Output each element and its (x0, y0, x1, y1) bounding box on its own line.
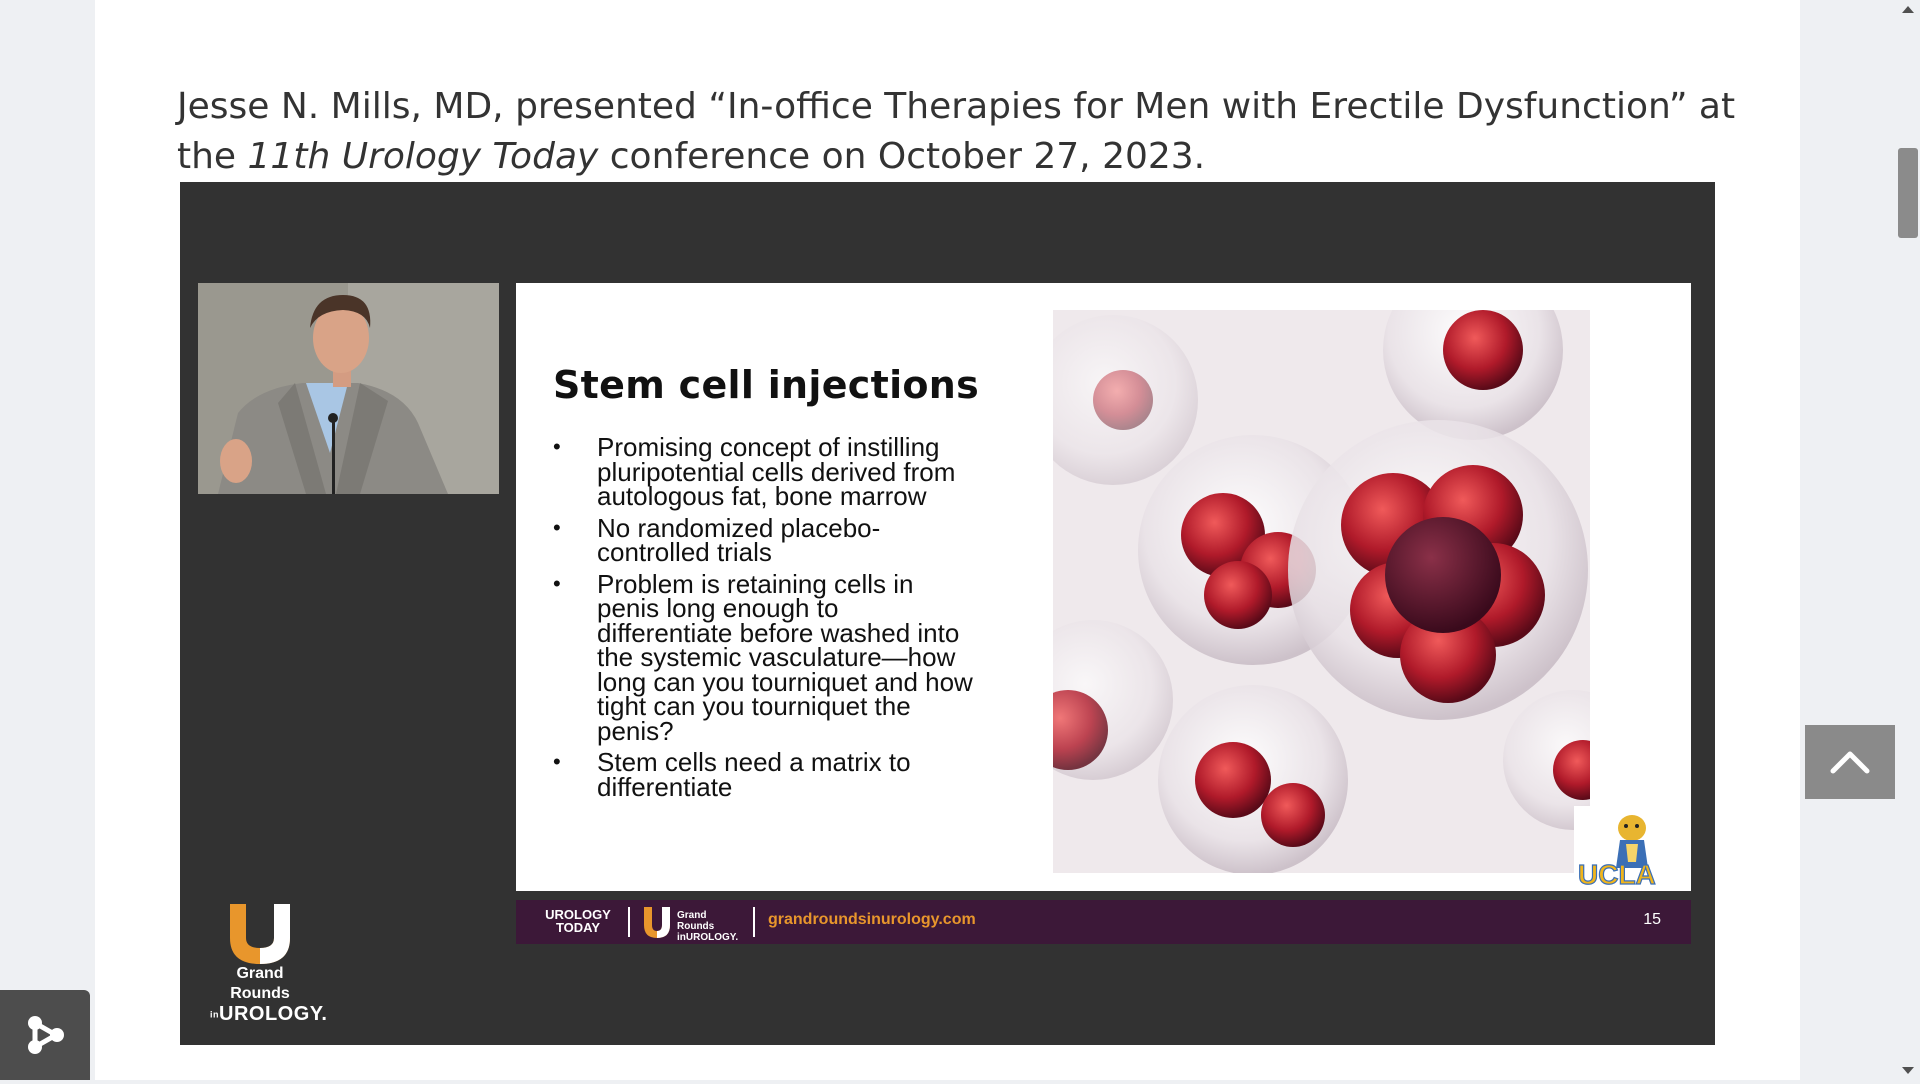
share-nodes-icon (28, 1016, 64, 1054)
intro-text-2: conference on October 27, 2023. (598, 136, 1206, 177)
grand-rounds-footer-text: Grand Rounds inUROLOGY. (677, 910, 743, 943)
grand-rounds-footer-line2: UROLOGY. (685, 932, 739, 943)
grand-rounds-footer-logo: Grand Rounds inUROLOGY. (641, 905, 743, 943)
slide-footer: UROLOGY TODAY Grand Rounds inUROLOGY. gr… (516, 900, 1691, 944)
share-button[interactable] (0, 990, 90, 1080)
slide-bullet: • Stem cells need a matrix to differentia… (553, 747, 973, 802)
scrollbar-thumb[interactable] (1898, 148, 1918, 238)
triangle-up-icon[interactable] (1902, 6, 1914, 13)
bullet-marker: • (553, 570, 561, 596)
triangle-down-icon[interactable] (1902, 1067, 1914, 1074)
slide-number: 15 (1643, 911, 1661, 928)
slide-bullet-text: Problem is retaining cells in penis long… (597, 568, 973, 746)
article-intro: Jesse N. Mills, MD, presented “In-office… (177, 82, 1737, 182)
grand-rounds-video-logo-line1: Grand Rounds (230, 965, 290, 1002)
grand-rounds-footer-line1: Grand Rounds (677, 910, 715, 932)
grand-rounds-video-logo-in: in (210, 1009, 219, 1020)
ucla-logo: UCLA (1574, 806, 1670, 891)
speaker-video-feed (198, 283, 499, 494)
slide-title: Stem cell injections (553, 363, 980, 407)
stem-cell-image (1053, 310, 1590, 873)
slide-bullet: • No randomized placebo-controlled trials (553, 512, 973, 567)
urology-today-line2: TODAY (555, 920, 601, 935)
page-scrollbar[interactable] (1896, 0, 1920, 1080)
slide-bullet: • Promising concept of instilling pluripo… (553, 432, 973, 511)
footer-url: grandroundsinurology.com (768, 911, 976, 928)
grand-rounds-video-logo-text: Grand Rounds inUROLOGY. (210, 964, 327, 1025)
footer-divider (628, 907, 630, 937)
slide-bullet-text: Stem cells need a matrix to differentiat… (597, 747, 911, 802)
bullet-marker: • (553, 434, 561, 459)
bullet-marker: • (553, 514, 561, 540)
chevron-up-icon (1830, 751, 1870, 774)
slide-bullet-text: Promising concept of instilling pluripot… (597, 432, 956, 511)
grand-rounds-video-logo: Grand Rounds inUROLOGY. (210, 902, 340, 1025)
presentation-video[interactable]: Stem cell injections • Promising concept … (180, 182, 1715, 1045)
conference-name: 11th Urology Today (247, 136, 599, 177)
slide-bullet-text: No randomized placebo-controlled trials (597, 512, 881, 567)
presentation-slide: Stem cell injections • Promising concept … (516, 283, 1691, 891)
bullet-marker: • (553, 749, 561, 774)
footer-divider (753, 907, 755, 937)
urology-today-logo: UROLOGY TODAY (540, 908, 616, 934)
grand-rounds-footer-in: in (677, 932, 686, 943)
slide-bullet: • Problem is retaining cells in penis lon… (553, 568, 973, 746)
ucla-logo-text: UCLA (1578, 859, 1656, 890)
slide-bullet-list: • Promising concept of instilling pluripo… (553, 432, 973, 806)
back-to-top-button[interactable] (1805, 725, 1895, 799)
grand-rounds-video-logo-line2: UROLOGY. (219, 1003, 328, 1025)
